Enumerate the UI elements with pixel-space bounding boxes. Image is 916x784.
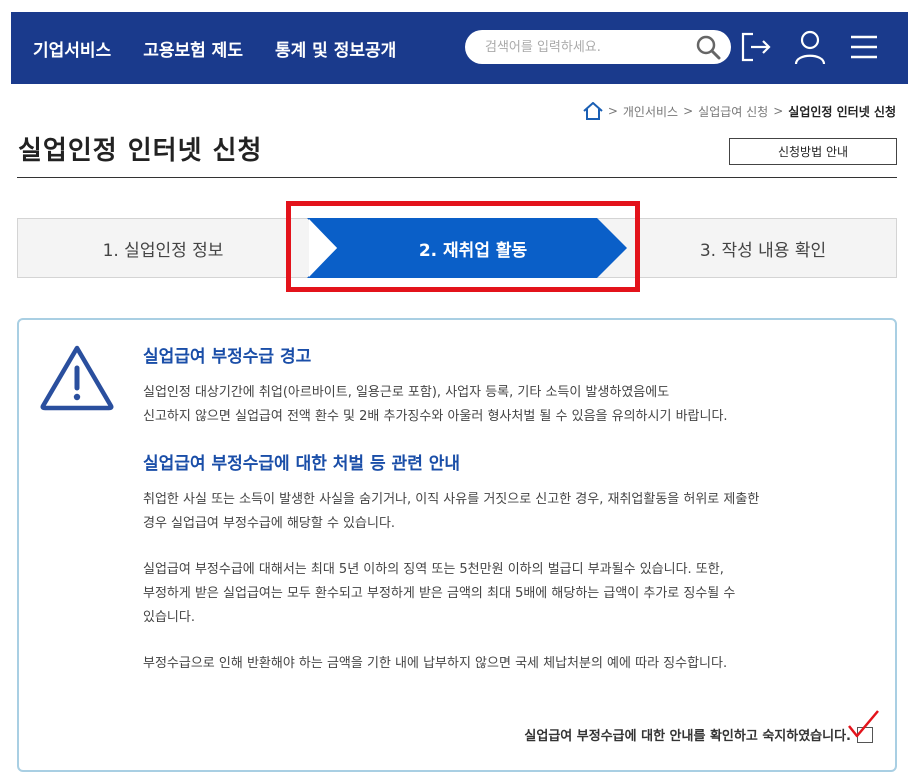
breadcrumb-item-personal-services[interactable]: 개인서비스 xyxy=(623,103,678,120)
title-divider xyxy=(17,177,897,178)
penalty-paragraph-2: 실업급여 부정수급에 대해서는 최대 5년 이하의 징역 또는 5천만원 이하의… xyxy=(143,558,883,630)
step-3: 3. 작성 내용 확인 xyxy=(699,240,827,261)
application-guide-button[interactable]: 신청방법 안내 xyxy=(729,138,897,165)
warning-title: 실업급여 부정수급 경고 xyxy=(143,347,312,367)
search-button[interactable] xyxy=(691,30,725,64)
red-check-annotation-icon xyxy=(848,709,879,737)
breadcrumb-separator: > xyxy=(607,104,618,118)
penalty-line: 있습니다. xyxy=(143,610,195,625)
penalty-line: 부정하게 받은 실업급여는 모두 환수되고 부정하게 받은 금액의 최대 5배에… xyxy=(143,586,736,601)
penalty-line: 취업한 사실 또는 소득이 발생한 사실을 숨기거나, 이직 사유를 거짓으로 … xyxy=(143,492,760,507)
breadcrumb-separator: > xyxy=(773,104,784,118)
agreement-checkbox[interactable] xyxy=(848,709,879,743)
warning-line: 실업인정 대상기간에 취업(아르바이트, 일용근로 포함), 사업자 등록, 기… xyxy=(143,385,670,400)
main-nav: 기업서비스 고용보험 제도 통계 및 정보공개 xyxy=(33,36,428,61)
warning-text: 실업인정 대상기간에 취업(아르바이트, 일용근로 포함), 사업자 등록, 기… xyxy=(143,381,883,429)
top-header: 기업서비스 고용보험 제도 통계 및 정보공개 xyxy=(11,12,908,84)
search-icon xyxy=(696,35,721,60)
menu-icon[interactable] xyxy=(845,28,883,66)
home-icon[interactable] xyxy=(583,102,603,120)
warning-icon xyxy=(40,345,114,411)
nav-item-business-services[interactable]: 기업서비스 xyxy=(33,36,111,61)
notice-body: 실업급여 부정수급 경고 실업인정 대상기간에 취업(아르바이트, 일용근로 포… xyxy=(143,342,883,676)
breadcrumb-item-unemployment-benefit[interactable]: 실업급여 신청 xyxy=(698,103,768,120)
login-icon[interactable] xyxy=(737,28,775,66)
breadcrumb-current: 실업인정 인터넷 신청 xyxy=(788,104,896,119)
penalty-paragraph-3: 부정수급으로 인해 반환해야 하는 금액을 기한 내에 납부하지 않으면 국세 … xyxy=(143,652,883,676)
highlight-annotation xyxy=(286,201,640,292)
search-input[interactable] xyxy=(485,39,691,55)
breadcrumb-separator: > xyxy=(683,104,694,118)
step-1: 1. 실업인정 정보 xyxy=(102,240,224,261)
penalty-line: 실업급여 부정수급에 대해서는 최대 5년 이하의 징역 또는 5천만원 이하의… xyxy=(143,562,724,577)
breadcrumb: > 개인서비스 > 실업급여 신청 > 실업인정 인터넷 신청 xyxy=(583,102,896,120)
page-title: 실업인정 인터넷 신청 xyxy=(18,136,263,166)
search-box xyxy=(465,30,731,64)
nav-item-statistics[interactable]: 통계 및 정보공개 xyxy=(275,36,396,61)
nav-item-employment-insurance[interactable]: 고용보험 제도 xyxy=(143,36,243,61)
user-icon[interactable] xyxy=(791,28,829,66)
penalty-line: 경우 실업급여 부정수급에 해당할 수 있습니다. xyxy=(143,516,396,531)
agreement-row: 실업급여 부정수급에 대한 안내를 확인하고 숙지하였습니다. xyxy=(524,709,879,744)
warning-line: 신고하지 않으면 실업급여 전액 환수 및 2배 추가징수와 아울러 형사처벌 … xyxy=(143,409,728,424)
penalty-title: 실업급여 부정수급에 대한 처벌 등 관련 안내 xyxy=(143,454,461,474)
penalty-line: 부정수급으로 인해 반환해야 하는 금액을 기한 내에 납부하지 않으면 국세 … xyxy=(143,656,728,671)
fraud-warning-panel: 실업급여 부정수급 경고 실업인정 대상기간에 취업(아르바이트, 일용근로 포… xyxy=(17,318,897,772)
agreement-label[interactable]: 실업급여 부정수급에 대한 안내를 확인하고 숙지하였습니다. xyxy=(524,725,851,744)
penalty-paragraph-1: 취업한 사실 또는 소득이 발생한 사실을 숨기거나, 이직 사유를 거짓으로 … xyxy=(143,488,883,536)
